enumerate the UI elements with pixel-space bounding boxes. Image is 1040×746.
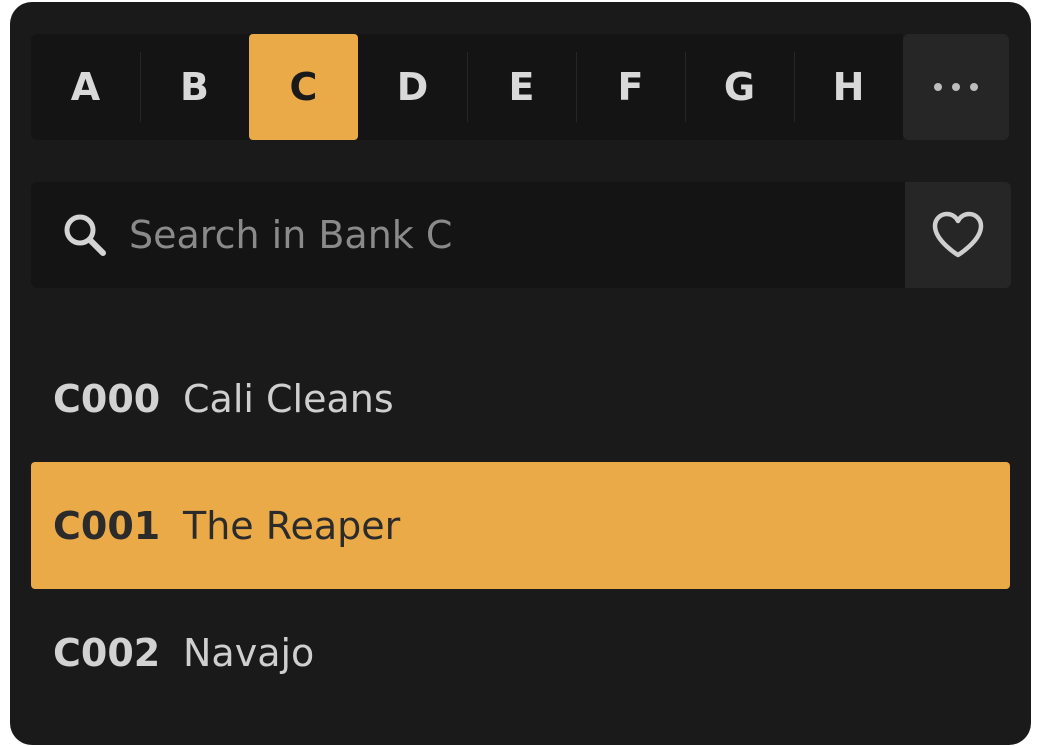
tab-bank-e[interactable]: E — [467, 34, 576, 140]
tab-label: H — [832, 65, 865, 109]
preset-name: Cali Cleans — [183, 376, 394, 421]
tab-label: B — [180, 65, 209, 109]
preset-code: C002 — [53, 630, 161, 675]
list-item[interactable]: C000 Cali Cleans — [31, 335, 1010, 462]
tab-label: D — [396, 65, 429, 109]
search-input[interactable] — [127, 181, 905, 289]
preset-name: Navajo — [183, 630, 315, 675]
more-banks-button[interactable] — [903, 34, 1009, 140]
more-dots-icon — [934, 83, 978, 91]
preset-browser-panel: A B C D E F G H C000 Cali Cleans C001 Th… — [10, 2, 1031, 745]
tab-label: C — [289, 65, 318, 109]
tab-bank-g[interactable]: G — [685, 34, 794, 140]
tab-label: G — [723, 65, 756, 109]
search-icon — [64, 214, 106, 256]
favorites-button[interactable] — [905, 182, 1011, 288]
preset-code: C000 — [53, 376, 161, 421]
tab-bank-c[interactable]: C — [249, 34, 358, 140]
tab-label: F — [617, 65, 644, 109]
tab-label: A — [70, 65, 101, 109]
tab-bank-h[interactable]: H — [794, 34, 903, 140]
heart-icon — [932, 211, 984, 258]
list-item-selected[interactable]: C001 The Reaper — [31, 462, 1010, 589]
preset-code: C001 — [53, 503, 161, 548]
bank-tabs: A B C D E F G H — [31, 34, 1010, 140]
preset-name: The Reaper — [183, 503, 401, 548]
tab-bank-a[interactable]: A — [31, 34, 140, 140]
tab-bank-d[interactable]: D — [358, 34, 467, 140]
tab-bank-f[interactable]: F — [576, 34, 685, 140]
tab-bank-b[interactable]: B — [140, 34, 249, 140]
tab-label: E — [508, 65, 535, 109]
list-item[interactable]: C002 Navajo — [31, 589, 1010, 716]
preset-list: C000 Cali Cleans C001 The Reaper C002 Na… — [31, 335, 1010, 716]
search-bar — [31, 181, 905, 289]
